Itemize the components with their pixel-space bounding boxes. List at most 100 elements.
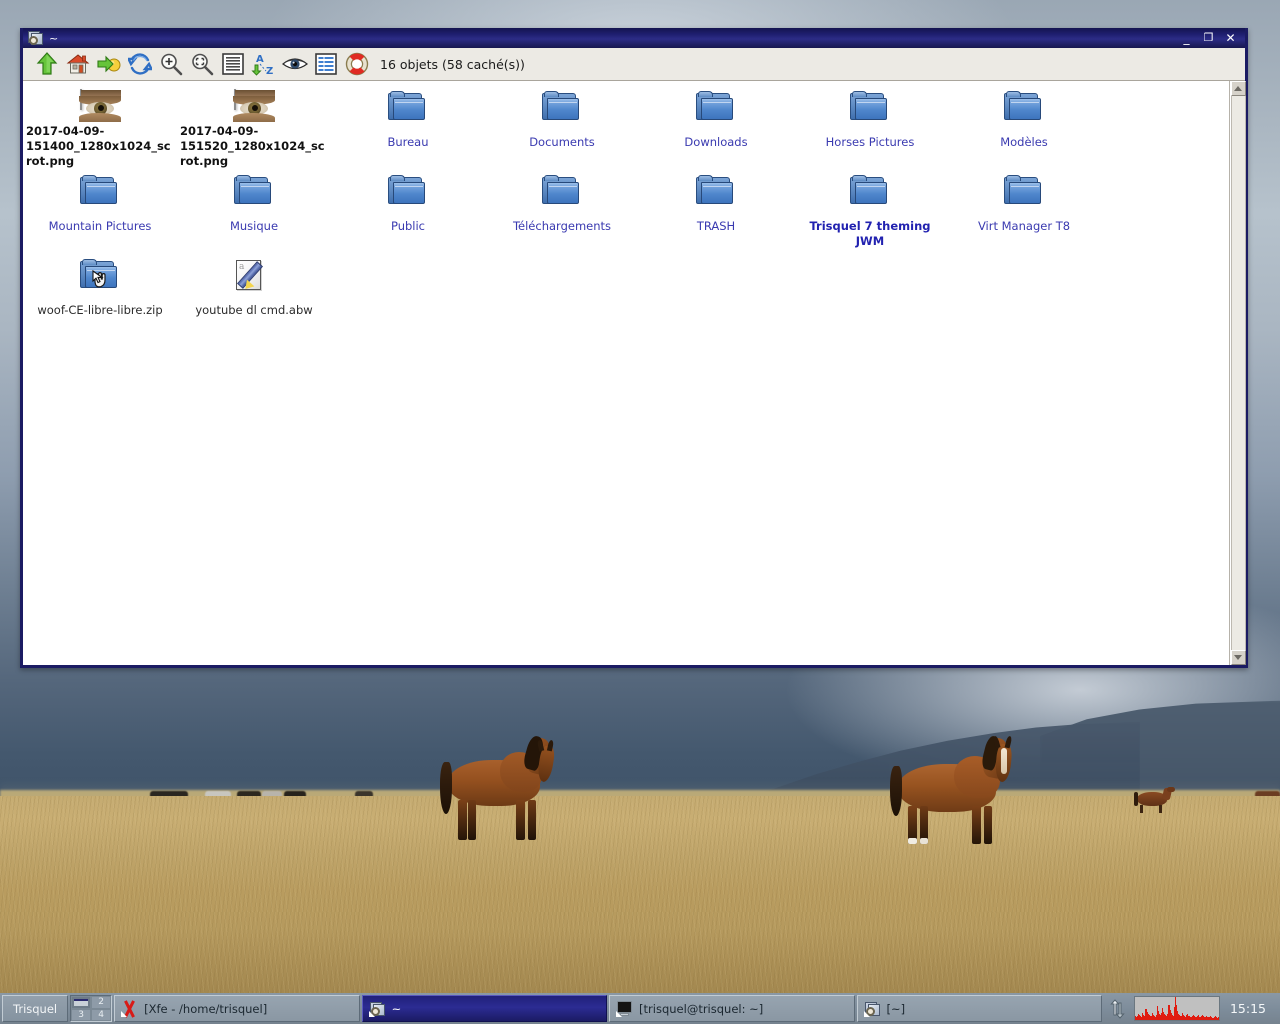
sort-az-icon[interactable]: A Z: [248, 50, 279, 78]
file-grid-empty-cell: [1101, 85, 1229, 169]
file-item-label: Horses Pictures: [825, 135, 915, 149]
workspace-2[interactable]: 2: [91, 996, 112, 1009]
folder-icon: [696, 90, 736, 130]
file-item[interactable]: Musique: [177, 169, 331, 253]
zoom-in-icon[interactable]: [155, 50, 186, 78]
taskbar-item-label: ~: [391, 1001, 402, 1016]
file-item[interactable]: Mountain Pictures: [23, 169, 177, 253]
taskbar-item-terminal[interactable]: [trisquel@trisquel: ~]: [609, 995, 855, 1022]
wallpaper-field-texture: [0, 796, 1280, 1024]
xfe-window-icon: [27, 30, 44, 46]
close-button[interactable]: ✕: [1224, 32, 1237, 44]
workspace-1[interactable]: [71, 996, 92, 1009]
taskbar-item-label: [trisquel@trisquel: ~]: [639, 1001, 764, 1016]
file-item[interactable]: a youtube dl cmd.abw: [177, 253, 331, 337]
taskbar-item-label: [Xfe - /home/trisquel]: [144, 1001, 268, 1016]
file-item[interactable]: Horses Pictures: [793, 85, 947, 169]
file-item[interactable]: Documents: [485, 85, 639, 169]
start-menu-label: Trisquel: [13, 1001, 58, 1016]
help-lifebuoy-icon[interactable]: [341, 50, 372, 78]
zoom-fit-icon[interactable]: [186, 50, 217, 78]
terminal-icon: [616, 1000, 633, 1017]
scroll-down-button[interactable]: [1230, 650, 1246, 665]
file-item-label: Modèles: [1000, 135, 1048, 149]
file-item-label: 2017-04-09-151400_1280x1024_scrot.png: [26, 124, 171, 168]
scroll-up-button[interactable]: [1230, 81, 1246, 96]
folder-icon: [1004, 174, 1044, 214]
file-item-label: Trisquel 7 theming JWM: [809, 219, 931, 248]
taskbar-item-tilde-active[interactable]: ~: [361, 995, 608, 1022]
hand-cursor-overlay-icon: [91, 269, 113, 291]
taskbar-item-tilde-bracket[interactable]: [~]: [856, 995, 1102, 1022]
taskbar-item-xfe-home[interactable]: [Xfe - /home/trisquel]: [114, 995, 360, 1022]
file-item[interactable]: Public: [331, 169, 485, 253]
image-thumbnail-icon: [233, 89, 275, 122]
file-manager-toolbar[interactable]: A Z 16 objets (58 caché(s)): [23, 48, 1245, 81]
file-item[interactable]: 2017-04-09-151400_1280x1024_scrot.png: [23, 85, 177, 169]
wallpaper-horse-distant: [1134, 787, 1175, 814]
file-item-label: Téléchargements: [512, 219, 612, 233]
big-icons-view-icon[interactable]: [217, 50, 248, 78]
show-hidden-eye-icon[interactable]: [279, 50, 310, 78]
file-item[interactable]: TRASH: [639, 169, 793, 253]
home-icon[interactable]: [62, 50, 93, 78]
folder-icon: [696, 174, 736, 214]
detailed-list-icon[interactable]: [310, 50, 341, 78]
file-item-label: Musique: [229, 219, 279, 233]
workspace-3[interactable]: 3: [71, 1008, 92, 1021]
vertical-scrollbar[interactable]: [1230, 81, 1246, 665]
svg-text:A: A: [256, 54, 264, 65]
folder-icon: [388, 90, 428, 130]
document-pencil-icon: a: [234, 258, 274, 298]
archive-zip-icon: [80, 258, 120, 298]
file-item-label: Documents: [529, 135, 595, 149]
taskbar[interactable]: Trisquel 2 3 4 [Xfe - /home/trisquel] ~ …: [0, 993, 1280, 1024]
folder-icon: [234, 174, 274, 214]
taskbar-item-label: [~]: [886, 1001, 906, 1016]
file-item[interactable]: Trisquel 7 theming JWM: [793, 169, 947, 253]
file-item[interactable]: Téléchargements: [485, 169, 639, 253]
svg-text:Z: Z: [266, 66, 273, 76]
wallpaper-horse-left: [440, 732, 580, 842]
minimize-button[interactable]: _: [1180, 32, 1193, 44]
maximize-button[interactable]: ❐: [1202, 32, 1215, 44]
refresh-icon[interactable]: [124, 50, 155, 78]
file-item[interactable]: Bureau: [331, 85, 485, 169]
file-list-pane[interactable]: 2017-04-09-151400_1280x1024_scrot.png 20…: [23, 81, 1230, 665]
wallpaper-horse-right: [890, 734, 1035, 844]
file-item-label: 2017-04-09-151520_1280x1024_scrot.png: [180, 124, 325, 168]
file-item[interactable]: Downloads: [639, 85, 793, 169]
file-item[interactable]: Virt Manager T8: [947, 169, 1101, 253]
folder-icon: [850, 174, 890, 214]
file-item-label: Public: [390, 219, 426, 233]
file-item[interactable]: woof-CE-libre-libre.zip: [23, 253, 177, 337]
network-monitor-graph[interactable]: [1133, 996, 1220, 1021]
go-to-icon[interactable]: [93, 50, 124, 78]
network-up-down-icon[interactable]: [1108, 998, 1128, 1019]
start-menu-button[interactable]: Trisquel: [2, 995, 69, 1022]
x-close-icon: [121, 1001, 138, 1017]
file-item[interactable]: 2017-04-09-151520_1280x1024_scrot.png: [177, 85, 331, 169]
file-item-label: Bureau: [387, 135, 429, 149]
file-item-label: youtube dl cmd.abw: [195, 303, 313, 317]
status-object-count: 16 objets (58 caché(s)): [380, 56, 525, 72]
file-grid-empty-cell: [1101, 169, 1229, 253]
go-up-icon[interactable]: [31, 50, 62, 78]
system-tray[interactable]: 15:15: [1104, 995, 1278, 1022]
scrollbar-track[interactable]: [1230, 96, 1246, 650]
window-controls[interactable]: _ ❐ ✕: [1180, 32, 1243, 45]
xfe-window-icon: [368, 1001, 386, 1017]
workspace-pager[interactable]: 2 3 4: [70, 995, 113, 1022]
window-title: ~: [49, 31, 59, 45]
file-icon-grid: 2017-04-09-151400_1280x1024_scrot.png 20…: [23, 85, 1229, 337]
clock[interactable]: 15:15: [1226, 1001, 1274, 1016]
window-titlebar[interactable]: ~ _ ❐ ✕: [23, 28, 1245, 48]
image-thumbnail-icon: [79, 89, 121, 122]
file-item[interactable]: Modèles: [947, 85, 1101, 169]
file-manager-window[interactable]: ~ _ ❐ ✕ A Z 16 objets (58 caché(s)) 2017…: [20, 28, 1248, 668]
file-item-label: Downloads: [684, 135, 748, 149]
workspace-4[interactable]: 4: [91, 1008, 112, 1021]
file-item-label: Mountain Pictures: [48, 219, 152, 233]
folder-icon: [542, 90, 582, 130]
file-item-label: TRASH: [696, 219, 736, 233]
